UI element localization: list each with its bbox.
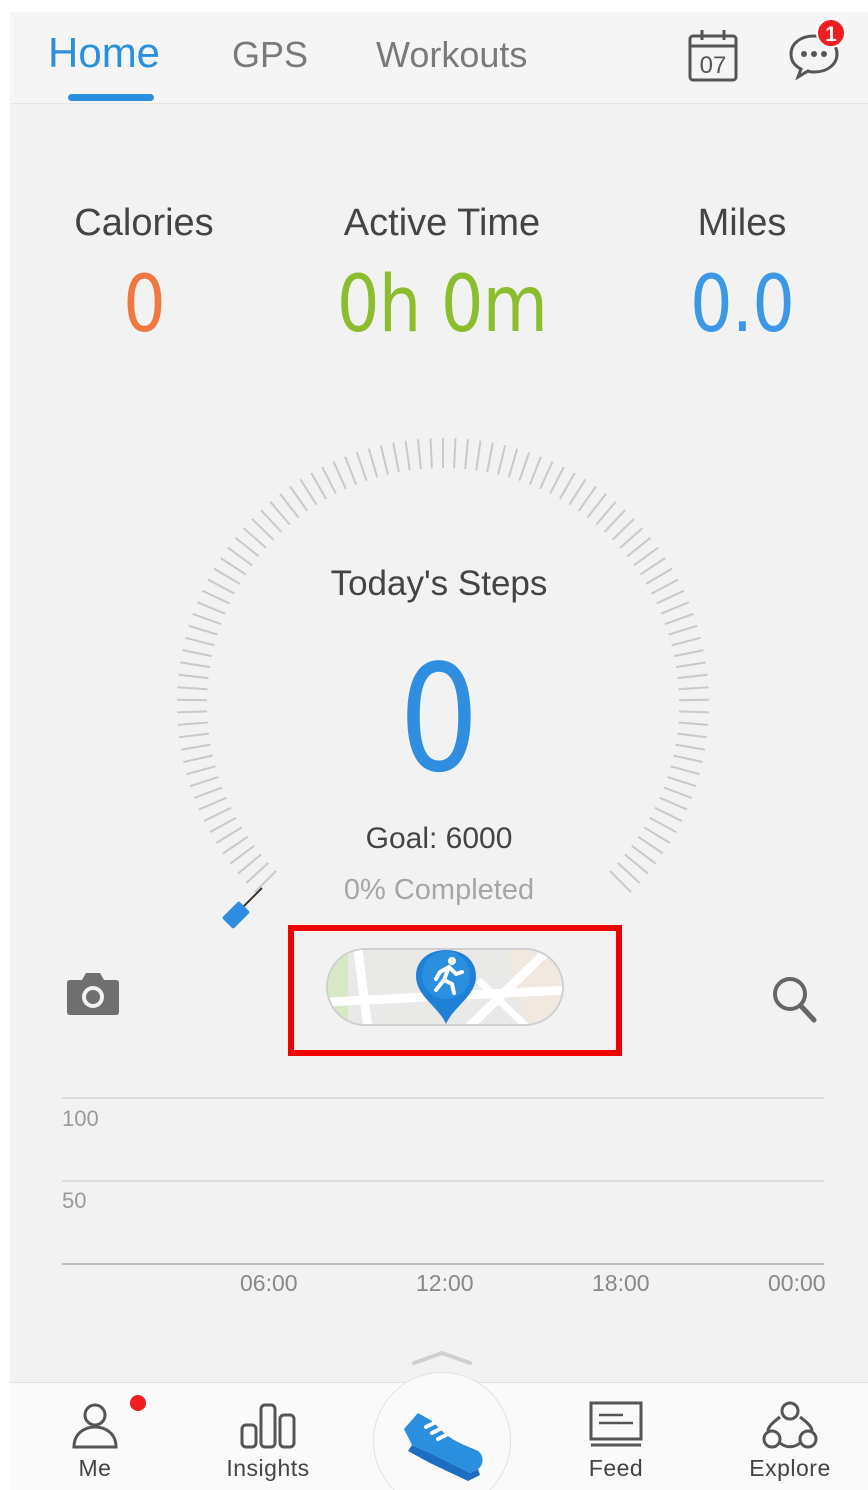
y-tick-100: 100 (62, 1106, 99, 1131)
nav-me[interactable]: Me (20, 1383, 170, 1490)
steps-chart (62, 1097, 824, 1265)
person-icon (72, 1403, 118, 1449)
x-tick-0000: 00:00 (768, 1270, 826, 1296)
news-feed-icon (589, 1401, 643, 1447)
activity-center-button[interactable] (373, 1372, 511, 1490)
expand-handle[interactable] (412, 1347, 472, 1372)
y-tick-50: 50 (62, 1188, 87, 1213)
me-notification-dot (130, 1395, 146, 1411)
nav-feed[interactable]: Feed (541, 1383, 691, 1490)
nav-insights-label: Insights (226, 1455, 310, 1481)
bar-chart-icon (240, 1403, 296, 1449)
community-icon (762, 1401, 818, 1449)
x-tick-1800: 18:00 (592, 1270, 650, 1296)
shoe-icon (404, 1413, 483, 1481)
nav-explore[interactable]: Explore (715, 1383, 865, 1490)
nav-me-label: Me (78, 1455, 112, 1481)
app-screen: Home GPS Workouts 07 1 Calories 0 Active… (10, 12, 868, 1490)
chevron-up-icon (412, 1350, 472, 1365)
x-tick-0600: 06:00 (240, 1270, 298, 1296)
nav-explore-label: Explore (749, 1455, 831, 1481)
nav-insights[interactable]: Insights (193, 1383, 343, 1490)
nav-feed-label: Feed (588, 1455, 644, 1481)
x-tick-1200: 12:00 (416, 1270, 474, 1296)
